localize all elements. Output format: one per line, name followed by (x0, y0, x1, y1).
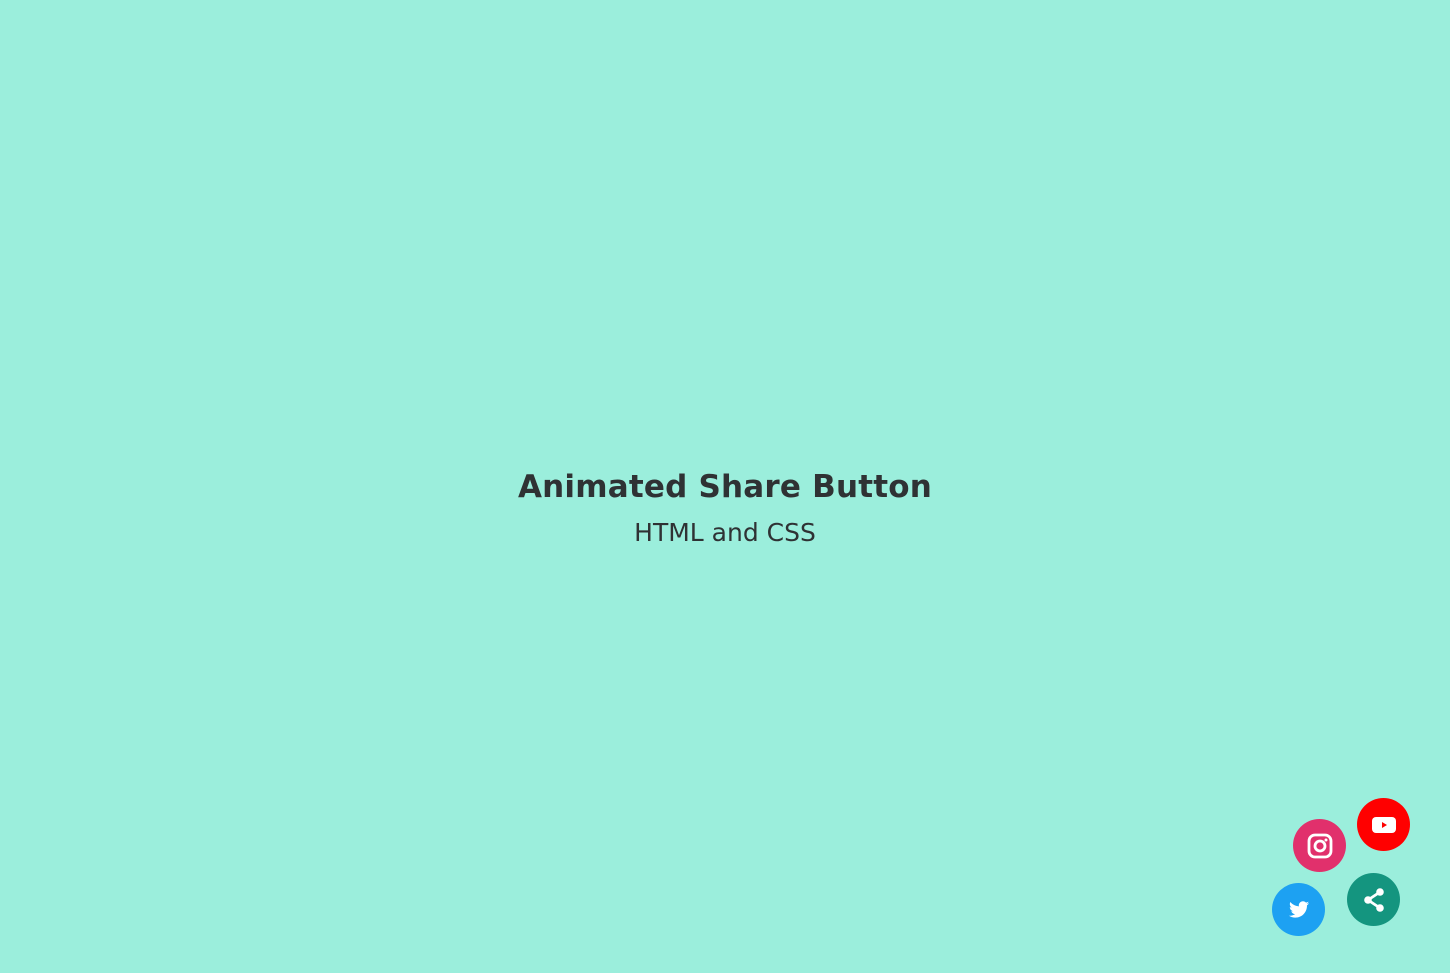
page-subtitle: HTML and CSS (634, 518, 816, 547)
youtube-button[interactable] (1357, 798, 1410, 851)
share-button[interactable] (1347, 873, 1400, 926)
instagram-icon (1307, 833, 1333, 859)
twitter-icon (1286, 899, 1312, 921)
twitter-button[interactable] (1272, 883, 1325, 936)
page-title: Animated Share Button (517, 469, 933, 505)
instagram-button[interactable] (1293, 819, 1346, 872)
share-icon (1361, 887, 1387, 913)
hero-text: Animated Share Button HTML and CSS (0, 468, 1450, 550)
youtube-icon (1371, 815, 1397, 835)
